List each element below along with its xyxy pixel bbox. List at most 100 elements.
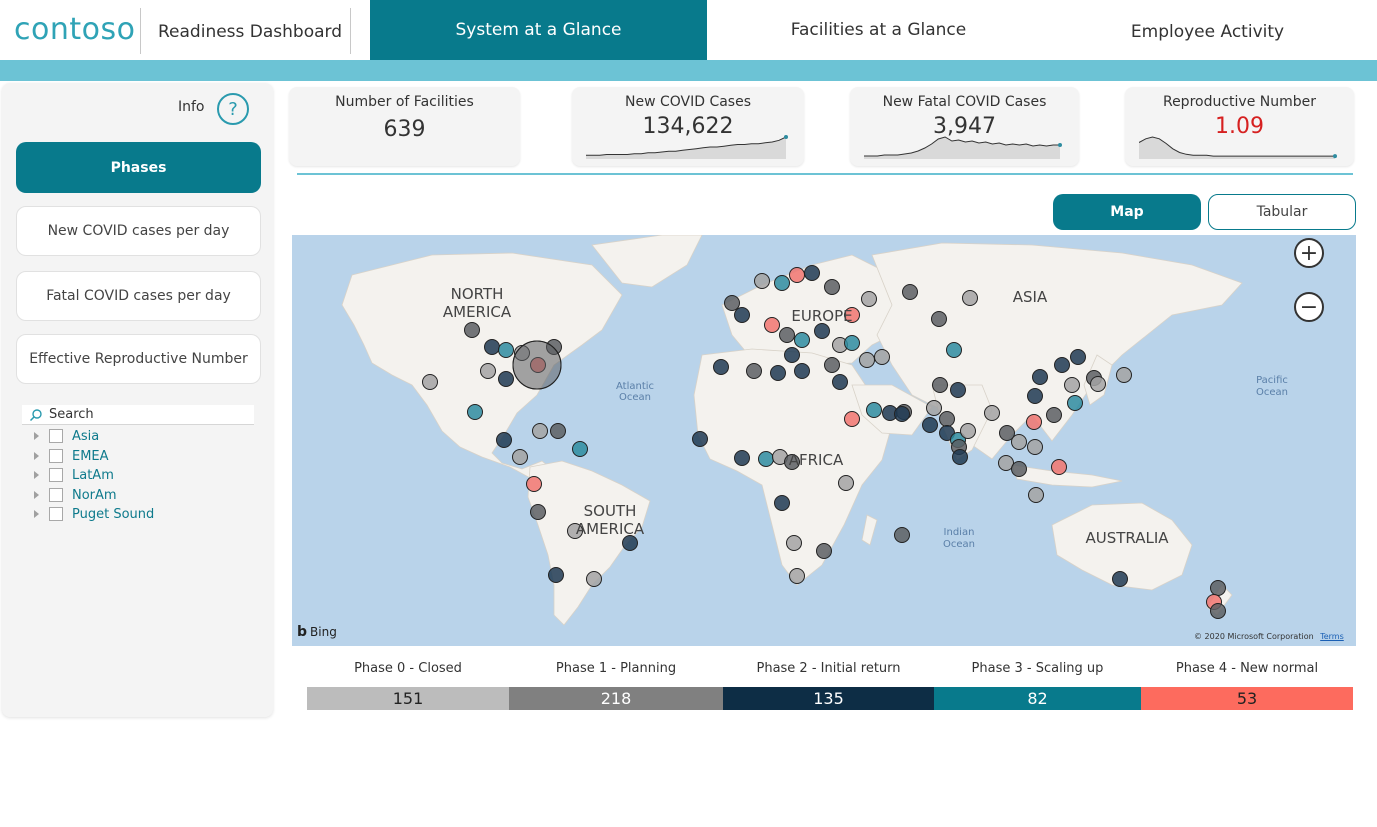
region-search-input[interactable]: Search (22, 405, 254, 425)
facility-marker[interactable] (950, 382, 966, 398)
facility-marker[interactable] (1210, 603, 1226, 619)
facility-marker[interactable] (770, 365, 786, 381)
checkbox[interactable] (49, 429, 63, 443)
facility-marker[interactable] (548, 567, 564, 583)
facility-marker[interactable] (1064, 377, 1080, 393)
facility-marker[interactable] (1011, 461, 1027, 477)
facility-marker[interactable] (1054, 357, 1070, 373)
facility-marker[interactable] (758, 451, 774, 467)
tab-facilities-at-a-glance[interactable]: Facilities at a Glance (710, 0, 1047, 60)
facility-marker[interactable] (1032, 369, 1048, 385)
phase-1-segment[interactable]: 218 (509, 687, 723, 710)
facility-marker[interactable] (480, 363, 496, 379)
facility-marker[interactable] (1210, 580, 1226, 596)
facility-marker[interactable] (779, 327, 795, 343)
checkbox[interactable] (49, 507, 63, 521)
facility-marker[interactable] (894, 406, 910, 422)
facility-marker[interactable] (939, 411, 955, 427)
reproductive-number-button[interactable]: Effective Reproductive Number (16, 334, 261, 384)
terms-link[interactable]: Terms (1320, 632, 1344, 641)
facility-marker[interactable] (724, 295, 740, 311)
facility-marker[interactable] (713, 359, 729, 375)
facility-marker[interactable] (692, 431, 708, 447)
facility-marker[interactable] (734, 450, 750, 466)
map-view-button[interactable]: Map (1053, 194, 1201, 230)
region-item-emea[interactable]: EMEA (34, 447, 109, 465)
world-map[interactable]: NORTH AMERICA EUROPE ASIA AFRICA SOUTH A… (292, 235, 1356, 646)
facility-marker[interactable] (794, 363, 810, 379)
region-item-puget-sound[interactable]: Puget Sound (34, 505, 154, 523)
facility-marker[interactable] (804, 265, 820, 281)
facility-marker[interactable] (984, 405, 1000, 421)
tab-employee-activity[interactable]: Employee Activity (1050, 2, 1365, 62)
expand-arrow-icon[interactable] (34, 471, 39, 479)
expand-arrow-icon[interactable] (34, 432, 39, 440)
facility-marker[interactable] (746, 363, 762, 379)
checkbox[interactable] (49, 488, 63, 502)
facility-marker[interactable] (1046, 407, 1062, 423)
facility-marker[interactable] (894, 527, 910, 543)
tab-system-at-a-glance[interactable]: System at a Glance (370, 0, 707, 60)
facility-cluster-marker[interactable] (512, 340, 562, 390)
zoom-in-button[interactable]: + (1294, 238, 1324, 268)
expand-arrow-icon[interactable] (34, 452, 39, 460)
facility-marker[interactable] (1027, 388, 1043, 404)
facility-marker[interactable] (859, 352, 875, 368)
facility-marker[interactable] (874, 349, 890, 365)
facility-marker[interactable] (816, 543, 832, 559)
checkbox[interactable] (49, 449, 63, 463)
facility-marker[interactable] (814, 323, 830, 339)
facility-marker[interactable] (526, 476, 542, 492)
facility-marker[interactable] (824, 357, 840, 373)
facility-marker[interactable] (774, 275, 790, 291)
facility-marker[interactable] (1090, 376, 1106, 392)
facility-marker[interactable] (1027, 439, 1043, 455)
facility-marker[interactable] (931, 311, 947, 327)
facility-marker[interactable] (861, 291, 877, 307)
facility-marker[interactable] (498, 371, 514, 387)
facility-marker[interactable] (926, 400, 942, 416)
facility-marker[interactable] (1011, 434, 1027, 450)
facility-marker[interactable] (866, 402, 882, 418)
facility-marker[interactable] (1067, 395, 1083, 411)
facility-marker[interactable] (946, 342, 962, 358)
facility-marker[interactable] (960, 423, 976, 439)
facility-marker[interactable] (1051, 459, 1067, 475)
facility-marker[interactable] (530, 504, 546, 520)
facility-marker[interactable] (786, 535, 802, 551)
facility-marker[interactable] (1112, 571, 1128, 587)
facility-marker[interactable] (1070, 349, 1086, 365)
facility-marker[interactable] (962, 290, 978, 306)
new-cases-button[interactable]: New COVID cases per day (16, 206, 261, 256)
facility-marker[interactable] (734, 307, 750, 323)
facility-marker[interactable] (532, 423, 548, 439)
facility-marker[interactable] (572, 441, 588, 457)
region-item-latam[interactable]: LatAm (34, 466, 114, 484)
zoom-out-button[interactable]: − (1294, 292, 1324, 322)
facility-marker[interactable] (484, 339, 500, 355)
phases-button[interactable]: Phases (16, 142, 261, 193)
facility-marker[interactable] (586, 571, 602, 587)
expand-arrow-icon[interactable] (34, 491, 39, 499)
info-icon[interactable]: ? (217, 93, 249, 125)
phase-3-segment[interactable]: 82 (934, 687, 1141, 710)
region-item-noram[interactable]: NorAm (34, 486, 117, 504)
facility-marker[interactable] (902, 284, 918, 300)
facility-marker[interactable] (496, 432, 512, 448)
facility-marker[interactable] (498, 342, 514, 358)
facility-marker[interactable] (464, 322, 480, 338)
facility-marker[interactable] (932, 377, 948, 393)
facility-marker[interactable] (844, 411, 860, 427)
facility-marker[interactable] (952, 449, 968, 465)
facility-marker[interactable] (922, 417, 938, 433)
facility-marker[interactable] (789, 267, 805, 283)
tabular-view-button[interactable]: Tabular (1208, 194, 1356, 230)
facility-marker[interactable] (838, 475, 854, 491)
facility-marker[interactable] (824, 279, 840, 295)
expand-arrow-icon[interactable] (34, 510, 39, 518)
phase-0-segment[interactable]: 151 (307, 687, 509, 710)
region-item-asia[interactable]: Asia (34, 427, 99, 445)
facility-marker[interactable] (774, 495, 790, 511)
fatal-cases-button[interactable]: Fatal COVID cases per day (16, 271, 261, 321)
facility-marker[interactable] (467, 404, 483, 420)
